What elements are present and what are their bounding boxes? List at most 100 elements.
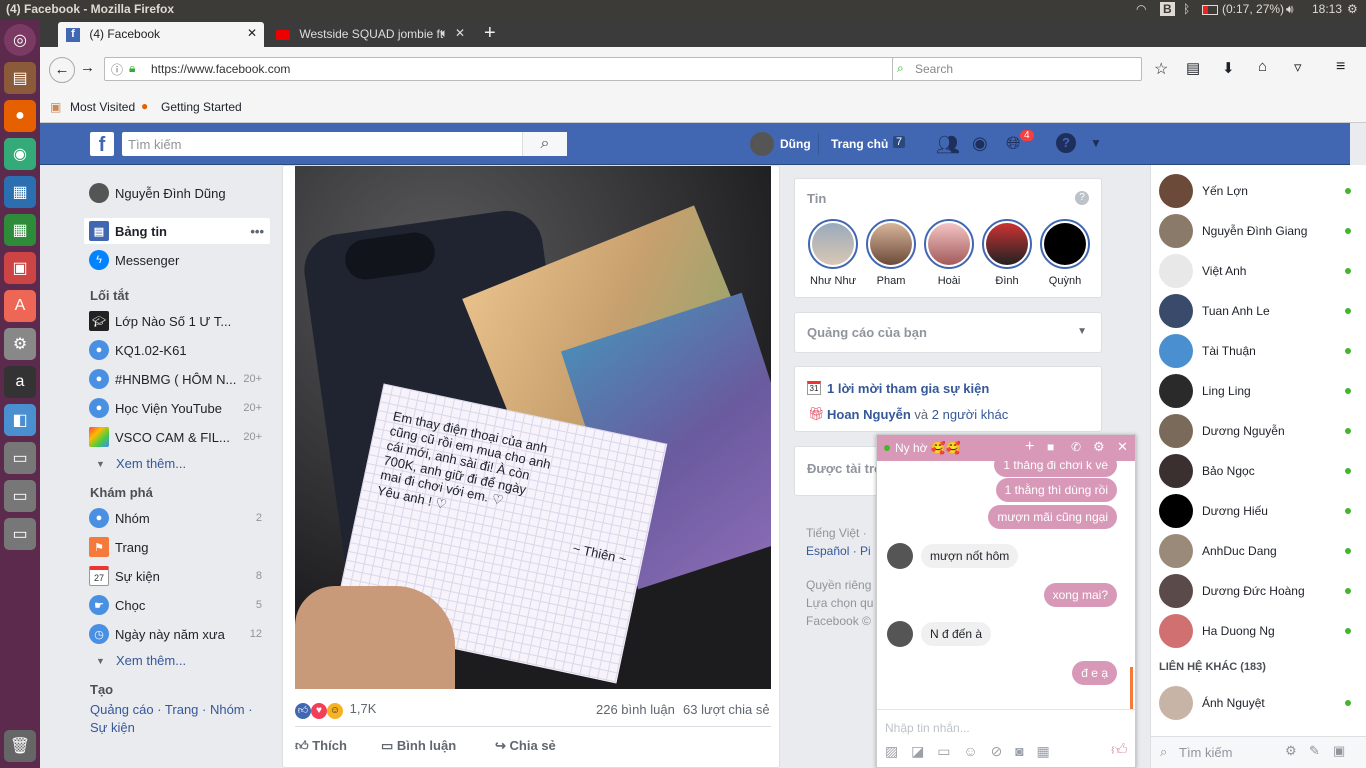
trash-icon[interactable]: 🗑︎ <box>4 730 36 762</box>
event-invite-link[interactable]: 1 lời mời tham gia sự kiện <box>827 381 989 396</box>
virtualbox-icon[interactable]: ◧ <box>4 404 36 436</box>
info-icon[interactable]: ⓘ <box>111 61 123 78</box>
settings-icon[interactable]: ⚙ <box>4 328 36 360</box>
firefox-icon[interactable]: ● <box>4 100 36 132</box>
nav-messenger[interactable]: ϟ Messenger <box>84 247 270 273</box>
avatar[interactable] <box>750 132 774 156</box>
see-more-link[interactable]: Xem thêm... <box>116 456 186 471</box>
contact-item[interactable]: Nguyễn Đình Giang <box>1159 213 1359 249</box>
url-bar[interactable]: ⓘ 🔒︎ https://www.facebook.com ↻ <box>104 57 924 81</box>
create-event-link[interactable]: Sự kiện <box>90 720 135 735</box>
shortcut-item[interactable]: ● Học Viện YouTube 20+ <box>84 395 270 421</box>
calendar-icon[interactable]: ▦ <box>1037 743 1050 759</box>
like-send-icon[interactable]: 👍︎ <box>1111 741 1128 760</box>
nav-pages[interactable]: ⚑ Trang <box>84 534 270 560</box>
tab-facebook[interactable]: f (4) Facebook ✕ <box>58 22 264 47</box>
fb-search-input[interactable]: Tìm kiếm <box>122 132 567 156</box>
contact-item[interactable]: Tài Thuận <box>1159 333 1359 369</box>
bookmark-star-icon[interactable]: ☆ <box>1154 59 1168 79</box>
emoji-icon[interactable]: ☺ <box>963 743 977 759</box>
friend-requests-icon[interactable]: 👥︎ <box>936 133 960 157</box>
contact-item[interactable]: Dương Nguyễn <box>1159 413 1359 449</box>
account-menu-icon[interactable]: ▼ <box>1090 136 1102 150</box>
story-item[interactable]: Pham <box>865 219 917 287</box>
fb-search-button[interactable]: ⌕ <box>522 132 567 156</box>
gif-icon[interactable]: ▭ <box>937 743 950 759</box>
forward-button[interactable]: → <box>80 59 95 76</box>
tab-youtube[interactable]: Westside SQUAD jombie ft 🔈︎ ✕ <box>268 22 472 47</box>
contact-item[interactable]: Dương Hiếu <box>1159 493 1359 529</box>
phone-icon[interactable]: ✆ <box>1071 440 1081 454</box>
url-text[interactable]: https://www.facebook.com <box>151 62 290 76</box>
dash-icon[interactable]: ◎ <box>4 24 36 56</box>
notifications-globe-icon[interactable]: 🌐︎ <box>1006 133 1020 154</box>
drive-icon[interactable]: ▭ <box>4 518 36 550</box>
contact-item[interactable]: Bảo Ngọc <box>1159 453 1359 489</box>
attachment-icon[interactable]: ⊘ <box>991 743 1003 759</box>
help-icon[interactable]: ? <box>1056 133 1076 153</box>
shortcut-item[interactable]: ● KQ1.02-K61 <box>84 337 270 363</box>
add-people-icon[interactable]: + <box>1025 438 1034 456</box>
clock[interactable]: 18:13 <box>1312 2 1342 16</box>
share-button[interactable]: ↪ Chia sẻ <box>495 738 556 754</box>
shortcut-item[interactable]: 🎓︎ Lớp Nào Số 1 Ư T... <box>84 308 270 334</box>
nav-pokes[interactable]: ☛ Chọc 5 <box>84 592 270 618</box>
search-bar[interactable]: ⌕ Search <box>892 57 1142 81</box>
comment-count[interactable]: 226 bình luận <box>596 702 675 717</box>
power-icon[interactable]: ⚙︎ <box>1347 2 1358 16</box>
see-more-link[interactable]: Xem thêm... <box>116 653 186 668</box>
create-links[interactable]: Quảng cáo · Trang · Nhóm · <box>90 702 253 717</box>
story-item[interactable]: Đình <box>981 219 1033 287</box>
bookmark-most-visited[interactable]: Most Visited <box>70 100 135 114</box>
nav-groups[interactable]: ● Nhóm 2 <box>84 505 270 531</box>
reading-list-icon[interactable]: ▤ <box>1186 59 1200 77</box>
bluetooth-icon[interactable]: ᛒ <box>1183 2 1190 16</box>
story-item[interactable]: Như Như <box>807 219 859 287</box>
gear-icon[interactable]: ⚙ <box>1285 743 1297 759</box>
footer-link[interactable]: Quyền riêng <box>806 576 886 594</box>
help-icon[interactable]: ? <box>1075 191 1089 205</box>
speaker-icon[interactable]: 🔈︎ <box>441 26 448 41</box>
close-icon[interactable]: ✕ <box>1117 439 1128 455</box>
scrollbar[interactable] <box>1130 667 1133 709</box>
reactions-summary[interactable]: 👍︎ ♥ ☺ 1,7K <box>295 701 376 719</box>
contact-item[interactable]: Việt Anh <box>1159 253 1359 289</box>
sticker-icon[interactable]: ◪ <box>911 743 924 759</box>
like-button[interactable]: 👍︎ Thích <box>295 738 347 754</box>
photo-icon[interactable]: ▨ <box>885 743 898 759</box>
close-icon[interactable]: ✕ <box>247 26 257 40</box>
message-input[interactable]: Nhập tin nhắn... <box>885 721 970 735</box>
more-options-icon[interactable]: ••• <box>250 224 264 239</box>
ads-card[interactable]: Quảng cáo của bạn ▼ <box>794 312 1102 353</box>
contacts-search[interactable]: ⌕ Tìm kiếm ⚙ ✎ ▣ <box>1151 736 1366 768</box>
contact-item[interactable]: Ánh Nguyệt <box>1159 685 1359 721</box>
share-count[interactable]: 63 lượt chia sẻ <box>683 702 770 717</box>
writer-icon[interactable]: ▦ <box>4 176 36 208</box>
birthday-others[interactable]: 2 người khác <box>932 407 1009 422</box>
battery-icon[interactable] <box>1202 5 1218 15</box>
contact-item[interactable]: Yến Lợn <box>1159 173 1359 209</box>
bookmark-getting-started[interactable]: Getting Started <box>161 100 242 114</box>
pocket-icon[interactable]: ▿ <box>1294 58 1302 76</box>
contact-item[interactable]: Tuan Anh Le <box>1159 293 1359 329</box>
contact-item[interactable]: Ling Ling <box>1159 373 1359 409</box>
birthday-name[interactable]: Hoan Nguyễn <box>827 407 911 422</box>
profile-link[interactable]: Nguyễn Đình Dũng <box>84 180 270 206</box>
close-icon[interactable]: ✕ <box>455 26 465 40</box>
amazon-icon[interactable]: a <box>4 366 36 398</box>
nav-events[interactable]: 27 Sự kiện 8 <box>84 563 270 589</box>
back-button[interactable]: ← <box>49 57 75 83</box>
wifi-icon[interactable]: ◠ <box>1136 2 1146 16</box>
post-photo[interactable]: Em thay điện thoại của anh cũng cũ rồi e… <box>295 166 771 689</box>
video-call-icon[interactable]: ■ <box>1047 440 1054 454</box>
gear-icon[interactable]: ⚙ <box>1093 439 1105 455</box>
shortcut-item[interactable]: ● #HNBMG ( HÔM N... 20+ <box>84 366 270 392</box>
drive-icon[interactable]: ▭ <box>4 480 36 512</box>
calc-icon[interactable]: ▦ <box>4 214 36 246</box>
messenger-icon[interactable]: ◉ <box>972 133 988 154</box>
home-link[interactable]: Trang chủ <box>831 137 888 151</box>
files-icon[interactable]: ▤ <box>4 62 36 94</box>
contact-item[interactable]: Ha Duong Ng <box>1159 613 1359 649</box>
chat-name[interactable]: Ny hờ 🥰🥰 <box>895 441 961 455</box>
contact-item[interactable]: Dương Đức Hoàng <box>1159 573 1359 609</box>
